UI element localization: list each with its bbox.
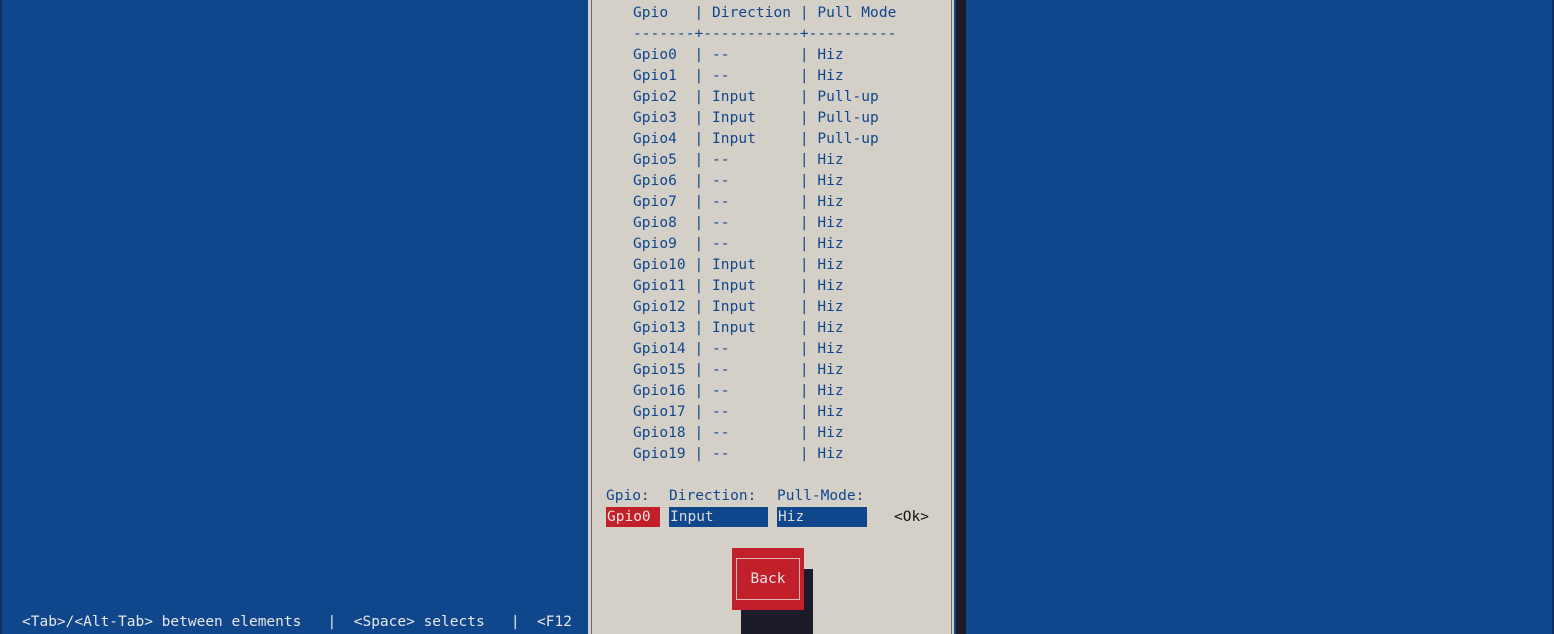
window-edge-left bbox=[0, 0, 2, 634]
gpio-table-row: Gpio2 | Input | Pull-up bbox=[633, 89, 879, 105]
gpio-table-row: Gpio5 | -- | Hiz bbox=[633, 152, 844, 168]
gpio-label: Gpio: bbox=[606, 488, 650, 504]
gpio-table-header: Gpio | Direction | Pull Mode bbox=[633, 5, 897, 21]
gpio-table-row: Gpio19 | -- | Hiz bbox=[633, 446, 844, 462]
gpio-table-row: Gpio6 | -- | Hiz bbox=[633, 173, 844, 189]
pull-mode-select-field[interactable]: Hiz bbox=[777, 507, 867, 527]
back-button[interactable]: Back bbox=[732, 548, 804, 610]
gpio-table-row: Gpio15 | -- | Hiz bbox=[633, 362, 844, 378]
gpio-table-row: Gpio7 | -- | Hiz bbox=[633, 194, 844, 210]
gpio-table-row: Gpio12 | Input | Hiz bbox=[633, 299, 844, 315]
back-button-label: Back bbox=[736, 558, 800, 600]
gpio-table-row: Gpio14 | -- | Hiz bbox=[633, 341, 844, 357]
gpio-table-row: Gpio0 | -- | Hiz bbox=[633, 47, 844, 63]
gpio-table-row: Gpio3 | Input | Pull-up bbox=[633, 110, 879, 126]
gpio-table-row: Gpio1 | -- | Hiz bbox=[633, 68, 844, 84]
gpio-table-separator: -------+-----------+---------- bbox=[633, 26, 897, 42]
direction-select-field[interactable]: Input bbox=[669, 507, 768, 527]
gpio-table-row: Gpio4 | Input | Pull-up bbox=[633, 131, 879, 147]
pull-mode-label: Pull-Mode: bbox=[777, 488, 865, 504]
gpio-table-row: Gpio11 | Input | Hiz bbox=[633, 278, 844, 294]
status-bar-help: <Tab>/<Alt-Tab> between elements | <Spac… bbox=[22, 614, 572, 630]
gpio-table-row: Gpio10 | Input | Hiz bbox=[633, 257, 844, 273]
ok-button[interactable]: <Ok> bbox=[894, 507, 929, 527]
gpio-table-row: Gpio16 | -- | Hiz bbox=[633, 383, 844, 399]
dialog-border-left bbox=[591, 0, 592, 634]
dialog-border-right bbox=[951, 0, 952, 634]
dialog-shadow bbox=[956, 0, 966, 634]
gpio-table-row: Gpio13 | Input | Hiz bbox=[633, 320, 844, 336]
gpio-select-field[interactable]: Gpio0 bbox=[606, 507, 660, 527]
direction-label: Direction: bbox=[669, 488, 757, 504]
gpio-table-row: Gpio8 | -- | Hiz bbox=[633, 215, 844, 231]
gpio-table-row: Gpio9 | -- | Hiz bbox=[633, 236, 844, 252]
gpio-table-row: Gpio17 | -- | Hiz bbox=[633, 404, 844, 420]
gpio-table-row: Gpio18 | -- | Hiz bbox=[633, 425, 844, 441]
